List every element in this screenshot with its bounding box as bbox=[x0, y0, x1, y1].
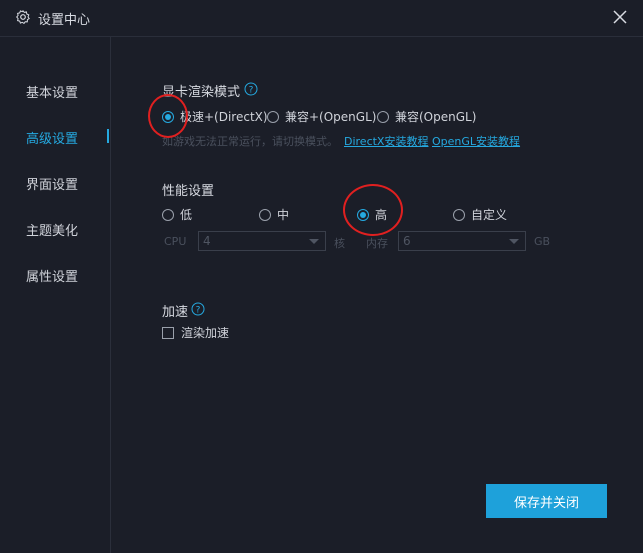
window-title: 设置中心 bbox=[38, 13, 91, 28]
chevron-down-icon bbox=[309, 239, 319, 244]
opengl-tutorial-link[interactable]: OpenGL安装教程 bbox=[432, 133, 520, 149]
title-bar: 设置中心 bbox=[0, 0, 643, 37]
gear-icon bbox=[16, 10, 30, 24]
close-icon[interactable] bbox=[611, 8, 629, 26]
sidebar-item-advanced[interactable]: 高级设置 bbox=[26, 128, 78, 147]
radio-opengl-plus[interactable]: 兼容+(OpenGL) bbox=[267, 108, 376, 125]
sidebar-item-theme[interactable]: 主题美化 bbox=[26, 220, 78, 239]
memory-unit: GB bbox=[534, 235, 551, 248]
render-acceleration-checkbox[interactable]: 渲染加速 bbox=[162, 324, 229, 341]
cpu-label: CPU bbox=[164, 235, 187, 248]
chevron-down-icon bbox=[509, 239, 519, 244]
render-mode-hint: 如游戏无法正常运行，请切换模式。 bbox=[162, 135, 338, 148]
checkbox-box bbox=[162, 326, 174, 339]
cpu-unit: 核 bbox=[334, 237, 345, 250]
radio-perf-high[interactable]: 高 bbox=[357, 206, 387, 223]
cpu-select[interactable]: 4 bbox=[198, 231, 326, 251]
help-icon[interactable]: ? bbox=[191, 302, 205, 316]
radio-ring bbox=[259, 208, 271, 221]
radio-ring bbox=[162, 208, 174, 221]
directx-tutorial-link[interactable]: DirectX安装教程 bbox=[344, 133, 428, 149]
help-icon[interactable]: ? bbox=[244, 82, 258, 96]
svg-text:?: ? bbox=[196, 306, 201, 316]
sidebar-item-basic[interactable]: 基本设置 bbox=[26, 82, 78, 101]
memory-label: 内存 bbox=[366, 237, 388, 250]
radio-ring bbox=[162, 110, 174, 123]
radio-perf-medium[interactable]: 中 bbox=[259, 206, 289, 223]
sidebar-item-interface[interactable]: 界面设置 bbox=[26, 174, 78, 193]
acceleration-title: 加速 bbox=[162, 305, 189, 320]
radio-ring bbox=[357, 208, 369, 221]
radio-perf-custom[interactable]: 自定义 bbox=[453, 206, 507, 223]
sidebar: 基本设置 高级设置 界面设置 主题美化 属性设置 bbox=[0, 37, 111, 553]
radio-ring bbox=[377, 110, 389, 123]
performance-title: 性能设置 bbox=[162, 184, 215, 199]
radio-opengl[interactable]: 兼容(OpenGL) bbox=[377, 108, 476, 125]
radio-ring bbox=[453, 208, 465, 221]
radio-ring bbox=[267, 110, 279, 123]
svg-text:?: ? bbox=[249, 86, 254, 96]
radio-perf-low[interactable]: 低 bbox=[162, 206, 192, 223]
render-mode-title: 显卡渲染模式 bbox=[162, 85, 241, 100]
memory-select[interactable]: 6 bbox=[398, 231, 526, 251]
save-and-close-button[interactable]: 保存并关闭 bbox=[486, 484, 607, 518]
radio-directx[interactable]: 极速+(DirectX) bbox=[162, 108, 268, 125]
sidebar-item-properties[interactable]: 属性设置 bbox=[26, 266, 78, 285]
active-indicator bbox=[107, 129, 109, 143]
